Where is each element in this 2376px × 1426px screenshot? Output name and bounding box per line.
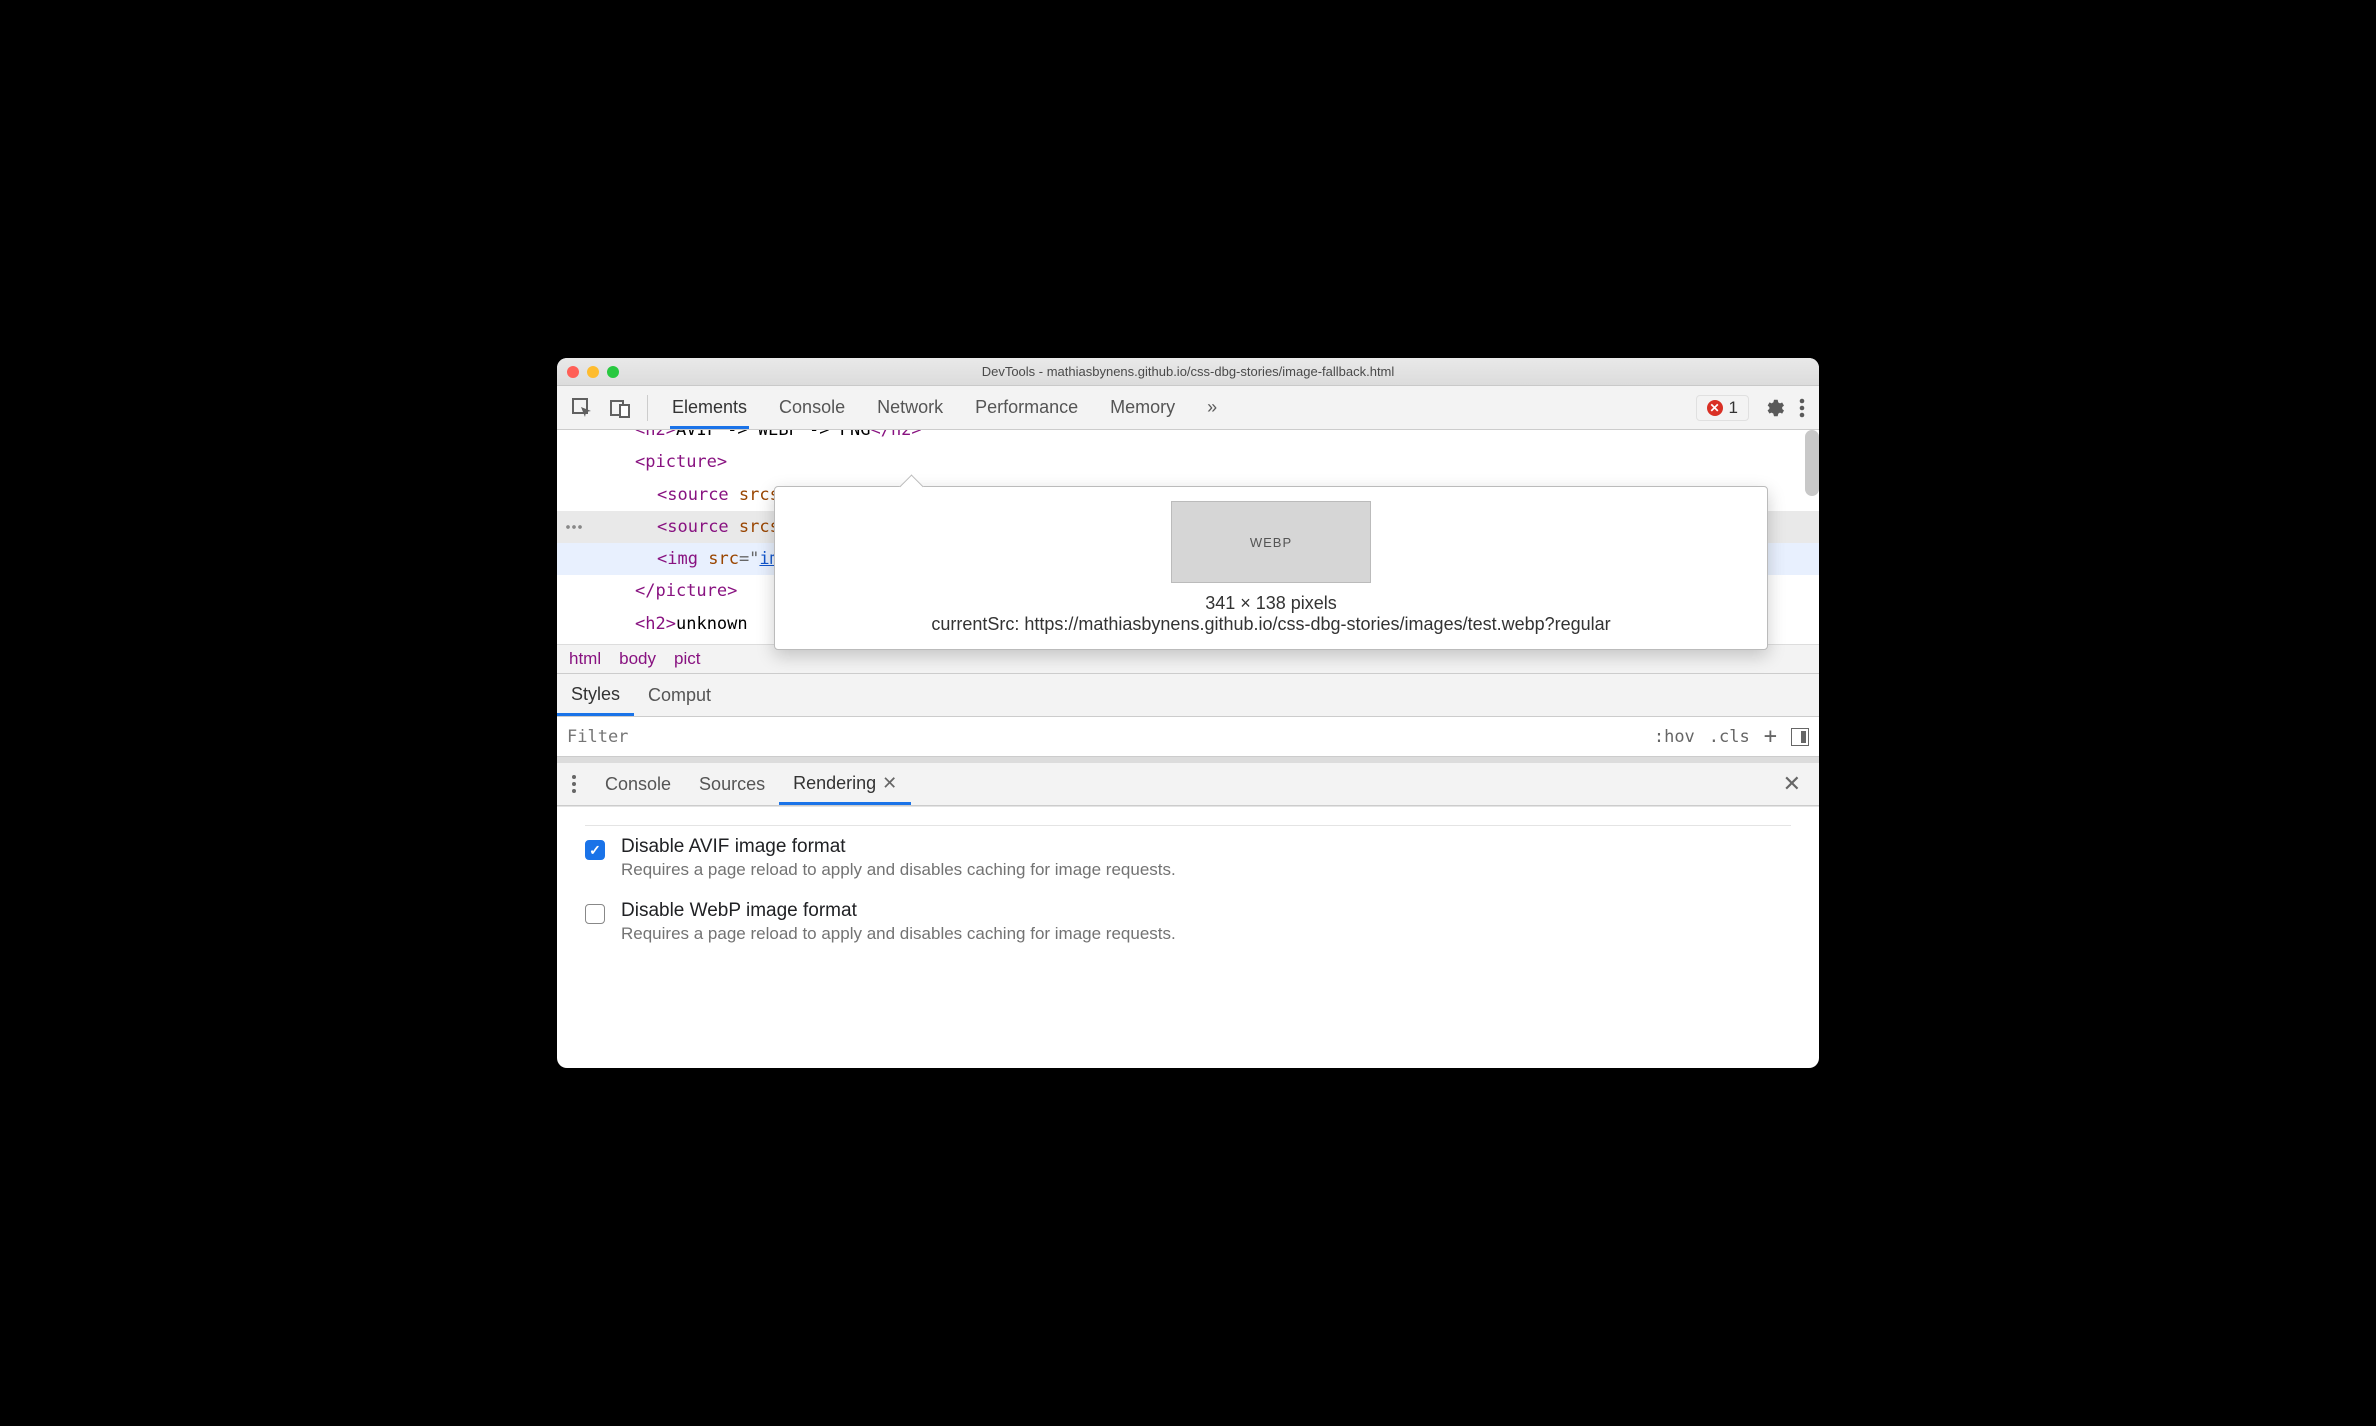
- device-toggle-icon[interactable]: [603, 391, 637, 425]
- window-title: DevTools - mathiasbynens.github.io/css-d…: [557, 364, 1819, 379]
- error-icon: ✕: [1707, 400, 1723, 416]
- option-disable-webp[interactable]: Disable WebP image format Requires a pag…: [585, 890, 1791, 954]
- tab-elements[interactable]: Elements: [670, 387, 749, 429]
- dom-line[interactable]: <picture>: [557, 446, 1819, 478]
- drawer-tab-rendering[interactable]: Rendering ✕: [779, 763, 911, 805]
- minimize-icon[interactable]: [587, 366, 599, 378]
- dom-line[interactable]: <h2>AVIF -> WEBP -> PNG</h2>: [557, 430, 1819, 446]
- devtools-window: DevTools - mathiasbynens.github.io/css-d…: [557, 358, 1819, 1068]
- tab-styles[interactable]: Styles: [557, 674, 634, 716]
- panel-tabs: Elements Console Network Performance Mem…: [658, 387, 1219, 429]
- drawer-menu-icon[interactable]: [557, 774, 591, 794]
- styles-tabs: Styles Comput: [557, 673, 1819, 717]
- tab-network[interactable]: Network: [875, 387, 945, 428]
- option-desc: Requires a page reload to apply and disa…: [621, 858, 1176, 880]
- main-toolbar: Elements Console Network Performance Mem…: [557, 386, 1819, 430]
- drawer-tab-label: Rendering: [793, 773, 876, 794]
- traffic-lights: [567, 366, 619, 378]
- preview-thumbnail: WEBP: [1171, 501, 1371, 583]
- option-desc: Requires a page reload to apply and disa…: [621, 922, 1176, 944]
- more-tabs-icon[interactable]: »: [1205, 387, 1219, 428]
- crumb-picture[interactable]: pict: [674, 649, 700, 669]
- drawer-tab-console[interactable]: Console: [591, 764, 685, 805]
- close-drawer-icon[interactable]: ✕: [1765, 771, 1819, 797]
- titlebar: DevTools - mathiasbynens.github.io/css-d…: [557, 358, 1819, 386]
- option-disable-avif[interactable]: Disable AVIF image format Requires a pag…: [585, 826, 1791, 890]
- image-dimensions: 341 × 138 pixels: [791, 593, 1751, 614]
- kebab-menu-icon[interactable]: [1799, 397, 1805, 419]
- tab-performance[interactable]: Performance: [973, 387, 1080, 428]
- sidebar-toggle-icon[interactable]: [1791, 728, 1809, 746]
- tab-console[interactable]: Console: [777, 387, 847, 428]
- rendering-panel: Disable AVIF image format Requires a pag…: [557, 806, 1819, 994]
- drawer-tab-sources[interactable]: Sources: [685, 764, 779, 805]
- option-title: Disable AVIF image format: [621, 836, 1176, 858]
- current-src: currentSrc: https://mathiasbynens.github…: [791, 614, 1751, 635]
- new-rule-button[interactable]: +: [1764, 724, 1777, 749]
- thumb-label: WEBP: [1250, 535, 1292, 550]
- filter-input[interactable]: [557, 719, 1654, 755]
- drawer-tabs: Console Sources Rendering ✕ ✕: [557, 757, 1819, 806]
- crumb-body[interactable]: body: [619, 649, 656, 669]
- tab-memory[interactable]: Memory: [1108, 387, 1177, 428]
- error-count: 1: [1729, 398, 1738, 418]
- checkbox-icon[interactable]: [585, 840, 605, 860]
- separator: [647, 395, 648, 421]
- crumb-html[interactable]: html: [569, 649, 601, 669]
- tab-computed[interactable]: Comput: [634, 675, 725, 716]
- styles-filter-row: :hov .cls +: [557, 717, 1819, 757]
- inspect-icon[interactable]: [565, 391, 599, 425]
- close-icon[interactable]: [567, 366, 579, 378]
- image-preview-tooltip: WEBP 341 × 138 pixels currentSrc: https:…: [774, 486, 1768, 650]
- close-tab-icon[interactable]: ✕: [882, 773, 897, 794]
- zoom-icon[interactable]: [607, 366, 619, 378]
- cls-toggle[interactable]: .cls: [1709, 727, 1750, 747]
- hov-toggle[interactable]: :hov: [1654, 727, 1695, 747]
- checkbox-icon[interactable]: [585, 904, 605, 924]
- settings-icon[interactable]: [1763, 397, 1785, 419]
- error-count-button[interactable]: ✕ 1: [1696, 395, 1749, 421]
- option-title: Disable WebP image format: [621, 900, 1176, 922]
